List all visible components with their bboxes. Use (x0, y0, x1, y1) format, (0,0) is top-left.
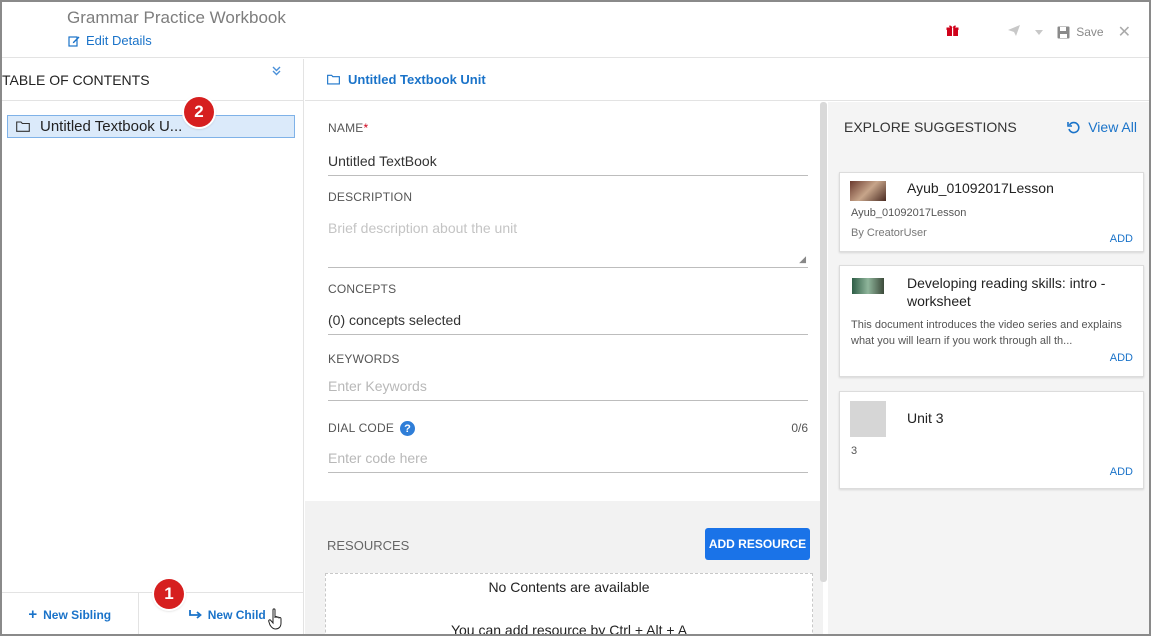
new-child-label: New Child (207, 607, 266, 622)
explore-panel: EXPLORE SUGGESTIONS View All Ayub_010920… (828, 102, 1149, 634)
toc-item-untitled-unit[interactable]: Untitled Textbook U... (7, 115, 295, 138)
explore-title: EXPLORE SUGGESTIONS (844, 119, 1017, 135)
toc-header: TABLE OF CONTENTS (2, 59, 303, 101)
folder-icon (16, 121, 30, 132)
card-add-button[interactable]: ADD (1110, 233, 1133, 245)
concepts-selector[interactable]: (0) concepts selected (328, 312, 808, 335)
resources-section: RESOURCES ADD RESOURCE No Contents are a… (305, 501, 823, 636)
resources-dropzone: No Contents are available You can add re… (325, 573, 813, 636)
help-icon[interactable]: ? (400, 421, 416, 437)
save-label: Save (1076, 25, 1104, 39)
description-field: DESCRIPTION Brief description about the … (328, 190, 808, 268)
required-marker: * (363, 121, 369, 135)
app-header: Grammar Practice Workbook Edit Details S… (2, 2, 1149, 58)
card-description: This document introduces the video serie… (851, 319, 1122, 347)
suggestion-card[interactable]: Unit 3 3 ADD (839, 391, 1144, 489)
view-all-label: View All (1088, 119, 1137, 135)
callout-badge-2: 2 (184, 97, 214, 127)
edit-details-label: Edit Details (86, 33, 152, 48)
unit-header: Untitled Textbook Unit (305, 59, 1149, 101)
keywords-input[interactable]: Enter Keywords (328, 378, 808, 401)
card-title: Developing reading skills: intro - works… (907, 275, 1106, 309)
thumbnail-image (850, 401, 886, 437)
floppy-icon (1057, 26, 1070, 38)
dial-code-input[interactable]: Enter code here (328, 450, 808, 474)
callout-badge-1: 1 (154, 579, 184, 609)
description-label: DESCRIPTION (328, 190, 413, 204)
toc-title: TABLE OF CONTENTS (2, 71, 150, 88)
keywords-field: KEYWORDS Enter Keywords (328, 352, 808, 401)
header-actions: Save ✕ (946, 22, 1131, 42)
edit-icon (68, 35, 80, 47)
dial-code-counter: 0/6 (791, 421, 808, 435)
hand-cursor-icon (267, 607, 282, 630)
thumbnail-image (852, 278, 884, 294)
card-title: Unit 3 (907, 410, 944, 426)
suggestion-card[interactable]: Ayub_01092017Lesson Ayub_01092017Lesson … (839, 172, 1144, 252)
unit-title: Untitled Textbook Unit (348, 72, 486, 87)
explore-header: EXPLORE SUGGESTIONS View All (828, 102, 1149, 152)
card-subtitle: Ayub_01092017Lesson (851, 207, 967, 219)
add-resource-hint: You can add resource by Ctrl + Alt + A (450, 622, 688, 636)
refresh-icon (1067, 121, 1080, 133)
card-add-button[interactable]: ADD (1110, 466, 1133, 478)
new-sibling-button[interactable]: + New Sibling (2, 593, 139, 634)
folder-icon (327, 74, 340, 85)
gift-icon[interactable] (946, 24, 959, 40)
resources-label: RESOURCES (327, 538, 410, 553)
card-add-button[interactable]: ADD (1110, 352, 1133, 364)
add-resource-button[interactable]: ADD RESOURCE (705, 528, 810, 560)
save-button[interactable]: Save (1057, 25, 1104, 39)
description-placeholder: Brief description about the unit (328, 220, 518, 236)
child-arrow-icon (188, 609, 202, 619)
send-icon[interactable] (1007, 24, 1021, 40)
edit-details-link[interactable]: Edit Details (68, 33, 152, 48)
suggestion-card[interactable]: Developing reading skills: intro - works… (839, 265, 1144, 377)
workbook-title: Grammar Practice Workbook (67, 8, 286, 27)
card-author: By CreatorUser (851, 227, 927, 239)
concepts-label: CONCEPTS (328, 282, 397, 296)
card-title: Ayub_01092017Lesson (907, 180, 1054, 196)
name-input[interactable]: Untitled TextBook (328, 153, 808, 176)
no-contents-text: No Contents are available (488, 579, 650, 595)
name-label: NAME* (328, 121, 369, 135)
dial-code-label: DIAL CODE? (328, 421, 808, 437)
plus-icon: + (28, 606, 38, 623)
concepts-field: CONCEPTS (0) concepts selected (328, 282, 808, 335)
editor-scrollbar[interactable] (820, 102, 827, 582)
card-subtitle: 3 (851, 445, 858, 457)
chevron-down-icon[interactable] (1035, 25, 1044, 39)
resize-grip-icon[interactable]: ◢ (799, 254, 806, 265)
dial-code-field: DIAL CODE? 0/6 Enter code here (328, 421, 808, 474)
toc-item-label: Untitled Textbook U... (40, 118, 183, 135)
keywords-label: KEYWORDS (328, 352, 400, 366)
new-sibling-label: New Sibling (43, 607, 112, 622)
view-all-link[interactable]: View All (1067, 119, 1137, 135)
toc-panel: TABLE OF CONTENTS Untitled Textbook U...… (2, 59, 304, 634)
close-icon[interactable]: ✕ (1118, 22, 1131, 42)
collapse-all-icon[interactable] (272, 66, 281, 79)
name-field: NAME* Untitled TextBook (328, 121, 808, 176)
unit-editor: Untitled Textbook Unit NAME* Untitled Te… (305, 59, 1149, 636)
thumbnail-image (850, 181, 886, 201)
toc-footer: + New Sibling New Child (2, 592, 304, 634)
app-window: Grammar Practice Workbook Edit Details S… (0, 0, 1151, 636)
description-textarea[interactable]: Brief description about the unit ◢ (328, 220, 808, 268)
